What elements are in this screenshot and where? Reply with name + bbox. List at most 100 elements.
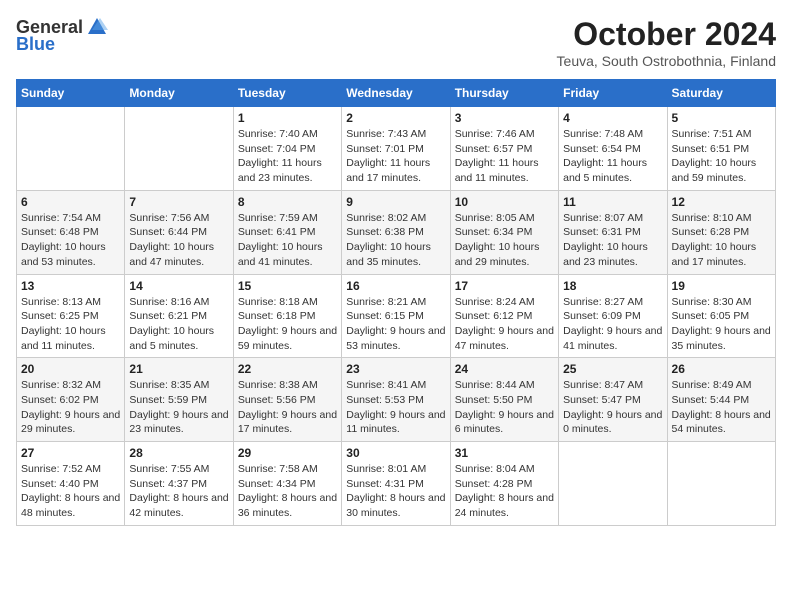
day-number: 19 [672,279,771,293]
calendar-cell: 10 Sunrise: 8:05 AMSunset: 6:34 PMDayligh… [450,190,558,274]
logo-icon [86,16,108,38]
calendar-cell: 8 Sunrise: 7:59 AMSunset: 6:41 PMDaylight… [233,190,341,274]
day-info: Sunrise: 8:05 AMSunset: 6:34 PMDaylight:… [455,211,554,270]
calendar-cell: 17Sunrise: 8:24 AMSunset: 6:12 PMDayligh… [450,274,558,358]
day-number: 12 [672,195,771,209]
day-info: Sunrise: 8:47 AMSunset: 5:47 PMDaylight:… [563,378,662,437]
day-number: 18 [563,279,662,293]
calendar-cell: 19 Sunrise: 8:30 AMSunset: 6:05 PMDayligh… [667,274,775,358]
calendar-cell: 14 Sunrise: 8:16 AMSunset: 6:21 PMDayligh… [125,274,233,358]
calendar-cell: 31Sunrise: 8:04 AMSunset: 4:28 PMDayligh… [450,442,558,526]
day-info: Sunrise: 8:38 AMSunset: 5:56 PMDaylight:… [238,378,337,437]
day-info: Sunrise: 8:13 AMSunset: 6:25 PMDaylight:… [21,295,120,354]
day-info: Sunrise: 8:27 AMSunset: 6:09 PMDaylight:… [563,295,662,354]
calendar-table: SundayMondayTuesdayWednesdayThursdayFrid… [16,79,776,526]
day-info: Sunrise: 8:02 AMSunset: 6:38 PMDaylight:… [346,211,445,270]
calendar-cell [559,442,667,526]
calendar-cell: 11 Sunrise: 8:07 AMSunset: 6:31 PMDayligh… [559,190,667,274]
day-number: 6 [21,195,120,209]
day-number: 20 [21,362,120,376]
calendar-week-3: 13Sunrise: 8:13 AMSunset: 6:25 PMDayligh… [17,274,776,358]
day-info: Sunrise: 8:32 AMSunset: 6:02 PMDaylight:… [21,378,120,437]
day-info: Sunrise: 8:49 AMSunset: 5:44 PMDaylight:… [672,378,771,437]
day-number: 8 [238,195,337,209]
day-number: 4 [563,111,662,125]
day-info: Sunrise: 8:24 AMSunset: 6:12 PMDaylight:… [455,295,554,354]
day-info: Sunrise: 8:10 AMSunset: 6:28 PMDaylight:… [672,211,771,270]
calendar-cell: 26 Sunrise: 8:49 AMSunset: 5:44 PMDayligh… [667,358,775,442]
calendar-cell: 9 Sunrise: 8:02 AMSunset: 6:38 PMDaylight… [342,190,450,274]
calendar-cell [17,107,125,191]
weekday-header-sunday: Sunday [17,80,125,107]
calendar-cell: 29 Sunrise: 7:58 AMSunset: 4:34 PMDayligh… [233,442,341,526]
calendar-cell: 15 Sunrise: 8:18 AMSunset: 6:18 PMDayligh… [233,274,341,358]
logo-blue: Blue [16,34,55,55]
weekday-header-wednesday: Wednesday [342,80,450,107]
calendar-cell: 12 Sunrise: 8:10 AMSunset: 6:28 PMDayligh… [667,190,775,274]
day-info: Sunrise: 7:48 AMSunset: 6:54 PMDaylight:… [563,127,662,186]
day-number: 28 [129,446,228,460]
day-info: Sunrise: 7:51 AMSunset: 6:51 PMDaylight:… [672,127,771,186]
day-info: Sunrise: 7:46 AMSunset: 6:57 PMDaylight:… [455,127,554,186]
day-number: 26 [672,362,771,376]
day-info: Sunrise: 8:35 AMSunset: 5:59 PMDaylight:… [129,378,228,437]
calendar-week-1: 1Sunrise: 7:40 AMSunset: 7:04 PMDaylight… [17,107,776,191]
weekday-header-monday: Monday [125,80,233,107]
calendar-cell: 28Sunrise: 7:55 AMSunset: 4:37 PMDayligh… [125,442,233,526]
day-number: 3 [455,111,554,125]
day-info: Sunrise: 8:01 AMSunset: 4:31 PMDaylight:… [346,462,445,521]
day-number: 1 [238,111,337,125]
calendar-cell: 3 Sunrise: 7:46 AMSunset: 6:57 PMDaylight… [450,107,558,191]
weekday-header-friday: Friday [559,80,667,107]
day-info: Sunrise: 8:18 AMSunset: 6:18 PMDaylight:… [238,295,337,354]
day-info: Sunrise: 7:58 AMSunset: 4:34 PMDaylight:… [238,462,337,521]
day-number: 10 [455,195,554,209]
calendar-cell: 7 Sunrise: 7:56 AMSunset: 6:44 PMDaylight… [125,190,233,274]
calendar-cell: 25 Sunrise: 8:47 AMSunset: 5:47 PMDayligh… [559,358,667,442]
day-number: 22 [238,362,337,376]
calendar-week-2: 6 Sunrise: 7:54 AMSunset: 6:48 PMDaylight… [17,190,776,274]
calendar-cell: 13Sunrise: 8:13 AMSunset: 6:25 PMDayligh… [17,274,125,358]
month-title: October 2024 [557,16,776,53]
calendar-cell: 16 Sunrise: 8:21 AMSunset: 6:15 PMDayligh… [342,274,450,358]
day-number: 23 [346,362,445,376]
calendar-cell: 5 Sunrise: 7:51 AMSunset: 6:51 PMDaylight… [667,107,775,191]
title-area: October 2024 Teuva, South Ostrobothnia, … [557,16,776,69]
day-info: Sunrise: 8:30 AMSunset: 6:05 PMDaylight:… [672,295,771,354]
day-info: Sunrise: 7:56 AMSunset: 6:44 PMDaylight:… [129,211,228,270]
day-number: 27 [21,446,120,460]
day-number: 5 [672,111,771,125]
calendar-cell: 2Sunrise: 7:43 AMSunset: 7:01 PMDaylight… [342,107,450,191]
day-info: Sunrise: 7:59 AMSunset: 6:41 PMDaylight:… [238,211,337,270]
calendar-cell: 23 Sunrise: 8:41 AMSunset: 5:53 PMDayligh… [342,358,450,442]
calendar-cell: 22 Sunrise: 8:38 AMSunset: 5:56 PMDayligh… [233,358,341,442]
logo: General Blue [16,16,109,55]
day-info: Sunrise: 8:07 AMSunset: 6:31 PMDaylight:… [563,211,662,270]
day-number: 11 [563,195,662,209]
calendar-week-5: 27 Sunrise: 7:52 AMSunset: 4:40 PMDayligh… [17,442,776,526]
day-number: 25 [563,362,662,376]
location-title: Teuva, South Ostrobothnia, Finland [557,53,776,69]
day-info: Sunrise: 8:21 AMSunset: 6:15 PMDaylight:… [346,295,445,354]
day-number: 14 [129,279,228,293]
day-number: 7 [129,195,228,209]
day-number: 15 [238,279,337,293]
calendar-cell: 21 Sunrise: 8:35 AMSunset: 5:59 PMDayligh… [125,358,233,442]
calendar-cell: 30 Sunrise: 8:01 AMSunset: 4:31 PMDayligh… [342,442,450,526]
weekday-header-tuesday: Tuesday [233,80,341,107]
day-number: 21 [129,362,228,376]
day-number: 29 [238,446,337,460]
day-info: Sunrise: 7:52 AMSunset: 4:40 PMDaylight:… [21,462,120,521]
day-info: Sunrise: 8:41 AMSunset: 5:53 PMDaylight:… [346,378,445,437]
page-header: General Blue October 2024 Teuva, South O… [16,16,776,69]
calendar-week-4: 20 Sunrise: 8:32 AMSunset: 6:02 PMDayligh… [17,358,776,442]
weekday-header-thursday: Thursday [450,80,558,107]
day-number: 30 [346,446,445,460]
day-info: Sunrise: 7:54 AMSunset: 6:48 PMDaylight:… [21,211,120,270]
day-number: 2 [346,111,445,125]
day-info: Sunrise: 8:16 AMSunset: 6:21 PMDaylight:… [129,295,228,354]
day-number: 9 [346,195,445,209]
day-number: 24 [455,362,554,376]
day-number: 16 [346,279,445,293]
calendar-cell: 4 Sunrise: 7:48 AMSunset: 6:54 PMDaylight… [559,107,667,191]
